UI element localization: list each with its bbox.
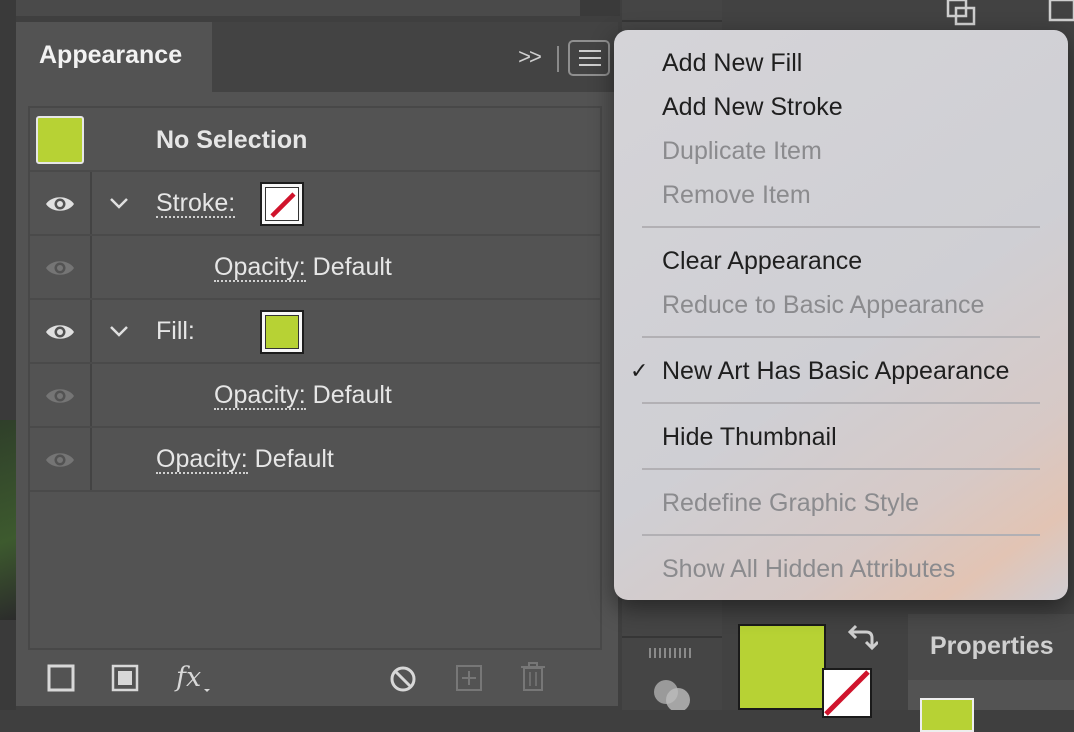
toolbar-grip-icon[interactable] [648, 648, 694, 658]
blend-tool-icon[interactable] [648, 676, 698, 710]
eye-icon [46, 197, 74, 211]
fx-icon[interactable]: fx [174, 658, 214, 694]
opacity-value: Default [312, 253, 392, 281]
swap-colors-icon[interactable] [846, 622, 878, 654]
menu-item-add-new-fill[interactable]: Add New Fill [662, 43, 802, 83]
menu-separator [642, 402, 1040, 404]
stroke-row[interactable]: Stroke: [30, 172, 600, 236]
clear-appearance-icon[interactable] [388, 658, 418, 694]
add-new-fill-icon[interactable] [110, 658, 140, 694]
duplicate-item-icon[interactable] [454, 658, 484, 694]
none-color-icon [270, 192, 296, 218]
fill-label: Fill: [156, 317, 195, 345]
visibility-toggle[interactable] [30, 172, 92, 234]
menu-item-remove-item: Remove Item [662, 181, 811, 209]
menu-item-hide-thumbnail[interactable]: Hide Thumbnail [662, 417, 837, 457]
selection-thumbnail [36, 116, 84, 164]
stroke-label[interactable]: Stroke: [156, 190, 236, 218]
panel-bottom-bar: fx [16, 652, 618, 706]
stroke-swatch[interactable] [260, 182, 304, 226]
visibility-toggle[interactable] [30, 364, 92, 426]
selection-header-row[interactable]: No Selection [30, 108, 600, 172]
opacity-label[interactable]: Opacity: [214, 382, 306, 410]
menu-item-reduce-to-basic-appearance: Reduce to Basic Appearance [662, 291, 985, 319]
eye-icon [46, 325, 74, 339]
chevron-down-icon[interactable] [108, 192, 130, 214]
fill-row[interactable]: Fill: [30, 300, 600, 364]
menu-item-redefine-graphic-style: Redefine Graphic Style [662, 489, 920, 517]
stroke-opacity-row[interactable]: Opacity: Default [30, 236, 600, 300]
tab-divider [557, 46, 559, 72]
collapse-panel-button[interactable]: >> [514, 40, 544, 74]
menu-separator [642, 468, 1040, 470]
selection-label: No Selection [156, 126, 308, 154]
fill-color-swatch[interactable] [738, 624, 826, 710]
eye-icon [46, 261, 74, 275]
opacity-value: Default [254, 445, 334, 473]
visibility-toggle[interactable] [30, 300, 92, 362]
eye-icon [46, 389, 74, 403]
fill-color-chip [265, 315, 299, 349]
menu-item-add-new-stroke[interactable]: Add New Stroke [662, 87, 843, 127]
top-strip [0, 0, 620, 16]
opacity-value: Default [312, 381, 392, 409]
canvas-artwork [0, 420, 16, 620]
menu-item-duplicate-item: Duplicate Item [662, 137, 822, 165]
appearance-panel: Appearance >> No Selection Stroke: Opaci… [16, 22, 618, 706]
tab-properties[interactable]: Properties [908, 614, 1074, 680]
opacity-label[interactable]: Opacity: [214, 254, 306, 282]
checkmark-icon: ✓ [630, 358, 649, 383]
fill-swatch[interactable] [260, 310, 304, 354]
visibility-toggle[interactable] [30, 428, 92, 490]
delete-item-icon[interactable] [518, 658, 548, 694]
menu-item-show-all-hidden-attributes: Show All Hidden Attributes [662, 555, 956, 583]
panel-menu-button[interactable] [568, 40, 610, 76]
menu-separator [642, 534, 1040, 536]
menu-separator [642, 336, 1040, 338]
chevron-down-icon[interactable] [108, 320, 130, 342]
fill-opacity-row[interactable]: Opacity: Default [30, 364, 600, 428]
menu-separator [642, 226, 1040, 228]
opacity-label[interactable]: Opacity: [156, 446, 248, 474]
appearance-panel-menu: Add New Fill Add New Stroke Duplicate It… [614, 30, 1068, 600]
properties-fill-swatch[interactable] [920, 698, 974, 732]
stroke-color-swatch[interactable] [822, 668, 872, 718]
visibility-toggle[interactable] [30, 236, 92, 298]
properties-panel: Properties [908, 614, 1074, 732]
panel-tab-bar: Appearance >> [16, 22, 618, 92]
arrange-icon[interactable] [944, 0, 984, 26]
add-new-stroke-icon[interactable] [46, 658, 76, 694]
eye-icon [46, 453, 74, 467]
svg-text:fx: fx [174, 662, 201, 693]
appearance-attribute-list: No Selection Stroke: Opacity: Default Fi… [28, 106, 602, 650]
top-strip-corner [580, 0, 620, 16]
menu-item-clear-appearance[interactable]: Clear Appearance [662, 241, 862, 281]
object-opacity-row[interactable]: Opacity: Default [30, 428, 600, 492]
menu-item-new-art-has-basic-appearance[interactable]: New Art Has Basic Appearance [662, 351, 1009, 391]
tab-appearance[interactable]: Appearance [16, 22, 212, 92]
none-color-icon [824, 670, 870, 716]
hamburger-icon [579, 50, 601, 52]
layers-icon[interactable] [1042, 0, 1074, 26]
